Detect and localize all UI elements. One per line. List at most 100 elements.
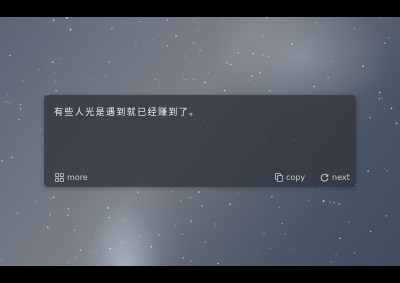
star [67, 214, 69, 216]
star [183, 247, 185, 249]
star [25, 105, 27, 107]
star [137, 191, 139, 193]
star [315, 50, 317, 52]
star [383, 144, 385, 146]
star [249, 37, 251, 40]
star [265, 17, 267, 19]
more-label: more [67, 173, 88, 182]
star [281, 222, 283, 225]
star [331, 60, 333, 62]
star [69, 28, 72, 31]
star [379, 17, 381, 18]
star [95, 252, 97, 254]
star [171, 245, 173, 247]
star [395, 122, 398, 125]
star [229, 203, 232, 206]
star [270, 247, 272, 249]
star [49, 213, 51, 216]
star [93, 77, 95, 79]
star [111, 27, 113, 30]
star [193, 78, 195, 80]
star [79, 249, 82, 251]
star [263, 233, 265, 234]
star [204, 81, 206, 84]
star [369, 230, 372, 232]
star [175, 34, 177, 37]
star [54, 80, 56, 83]
star [174, 225, 177, 227]
star [52, 19, 55, 21]
star [189, 197, 191, 198]
star [104, 75, 107, 77]
star [190, 220, 192, 222]
star [158, 83, 160, 86]
star [225, 61, 228, 64]
star [223, 89, 226, 92]
star [67, 261, 69, 263]
star [53, 72, 55, 74]
star [22, 80, 24, 82]
star [143, 78, 145, 80]
star [0, 259, 3, 262]
star [106, 254, 107, 256]
star [386, 170, 388, 172]
star [73, 229, 76, 231]
star [158, 87, 160, 88]
letterbox-bottom [0, 266, 400, 283]
star [392, 131, 393, 133]
star [257, 250, 258, 252]
star [198, 191, 200, 193]
star [109, 247, 111, 250]
star [98, 204, 100, 206]
star [151, 38, 153, 41]
star [291, 43, 293, 45]
star [28, 71, 29, 73]
star [327, 76, 329, 79]
star [262, 234, 264, 236]
grid-icon [55, 173, 64, 182]
star [214, 226, 216, 228]
copy-label: copy [286, 173, 306, 182]
star [170, 190, 173, 193]
star [124, 219, 126, 221]
star [351, 48, 353, 50]
star [117, 67, 119, 69]
star [313, 85, 315, 88]
star [259, 71, 261, 74]
star [3, 100, 6, 103]
star [199, 49, 202, 52]
star [182, 256, 185, 259]
star [139, 235, 141, 237]
star [67, 208, 70, 210]
star [121, 242, 123, 244]
star [339, 24, 341, 26]
more-button[interactable]: more [55, 172, 88, 183]
star [32, 52, 34, 54]
star [138, 21, 140, 23]
star [378, 98, 381, 100]
star [30, 43, 31, 45]
star [348, 221, 350, 223]
next-button[interactable]: next [320, 172, 350, 183]
refresh-icon [320, 173, 329, 182]
copy-button[interactable]: copy [275, 172, 305, 183]
star [171, 33, 173, 35]
star [362, 65, 364, 67]
star [204, 241, 207, 244]
star [292, 56, 294, 58]
star [90, 251, 92, 253]
star [180, 200, 182, 202]
starry-sky-background: 有些人光是遇到就已经赚到了。 more copy next [0, 17, 400, 266]
star [1, 160, 3, 162]
star [0, 137, 1, 139]
copy-icon [275, 173, 283, 182]
star [20, 108, 22, 110]
star [284, 233, 286, 235]
star [338, 203, 340, 205]
star [214, 85, 216, 88]
star [252, 52, 254, 55]
star [108, 255, 110, 257]
star [9, 54, 11, 57]
star [179, 231, 181, 233]
star [268, 89, 271, 92]
